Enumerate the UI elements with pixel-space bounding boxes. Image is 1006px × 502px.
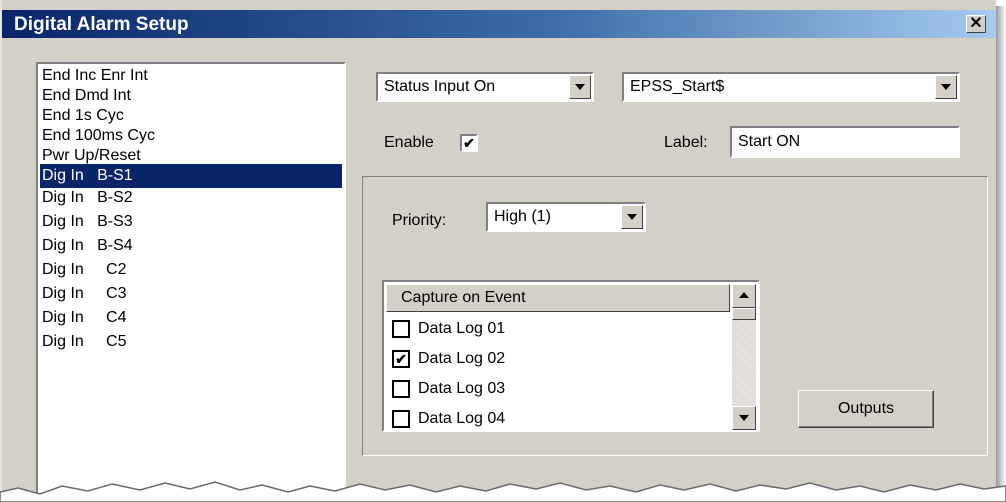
capture-checkbox[interactable] <box>392 410 410 428</box>
chevron-down-icon[interactable] <box>935 75 957 99</box>
check-icon: ✔ <box>463 135 475 151</box>
window-title: Digital Alarm Setup <box>14 14 189 35</box>
scroll-thumb[interactable] <box>732 308 756 320</box>
list-item[interactable]: Dig In C4 <box>42 306 126 330</box>
capture-item-label: Data Log 03 <box>418 380 506 397</box>
enable-checkbox[interactable]: ✔ <box>460 134 478 152</box>
close-button[interactable]: ✕ <box>966 15 986 33</box>
list-item[interactable]: Dig In C3 <box>42 282 126 306</box>
priority-value: High (1) <box>494 208 551 225</box>
capture-item-label: Data Log 02 <box>418 350 506 367</box>
capture-checkbox[interactable] <box>392 380 410 398</box>
input-value: EPSS_Start$ <box>630 78 725 95</box>
capture-checkbox[interactable] <box>392 320 410 338</box>
list-item[interactable]: Dig In C2 <box>42 258 126 282</box>
trigger-value: Status Input On <box>384 78 496 95</box>
capture-checkbox[interactable]: ✔ <box>392 350 410 368</box>
list-item[interactable]: Dig In B-S4 <box>42 234 133 258</box>
source-listbox[interactable]: End Inc Enr Int End Dmd Int End 1s Cyc E… <box>36 62 346 502</box>
list-item-selected[interactable]: Dig In B-S1 <box>40 164 342 188</box>
label-caption: Label: <box>664 134 708 151</box>
capture-header[interactable]: Capture on Event <box>386 284 730 312</box>
chevron-down-icon[interactable] <box>621 205 643 229</box>
priority-dropdown[interactable]: High (1) <box>486 202 646 232</box>
torn-edge <box>0 481 1006 502</box>
list-item[interactable]: Dig In C5 <box>42 330 126 354</box>
capture-item-label: Data Log 04 <box>418 410 506 427</box>
chevron-down-icon[interactable] <box>569 75 591 99</box>
label-value: Start ON <box>738 133 801 150</box>
window-shadow <box>996 6 1006 502</box>
trigger-dropdown[interactable]: Status Input On <box>376 72 594 102</box>
outputs-button[interactable]: Outputs <box>798 390 934 428</box>
capture-scrollbar[interactable] <box>732 284 756 430</box>
title-bar[interactable]: Digital Alarm Setup ✕ <box>2 10 996 38</box>
scroll-down-icon[interactable] <box>732 406 756 430</box>
label-input[interactable]: Start ON <box>730 126 960 158</box>
enable-label: Enable <box>384 134 434 151</box>
priority-label: Priority: <box>392 212 447 229</box>
capture-header-label: Capture on Event <box>401 289 526 306</box>
dialog-window: Digital Alarm Setup ✕ End Inc Enr Int En… <box>0 0 996 502</box>
capture-event-list[interactable]: Capture on Event Data Log 01 ✔ Data Log … <box>382 280 760 432</box>
list-item[interactable]: Dig In B-S3 <box>42 210 133 234</box>
capture-item-label: Data Log 01 <box>418 320 506 337</box>
list-item[interactable]: Dig In B-S2 <box>42 186 133 210</box>
input-dropdown[interactable]: EPSS_Start$ <box>622 72 960 102</box>
close-icon: ✕ <box>969 15 983 32</box>
scroll-up-icon[interactable] <box>732 284 756 308</box>
